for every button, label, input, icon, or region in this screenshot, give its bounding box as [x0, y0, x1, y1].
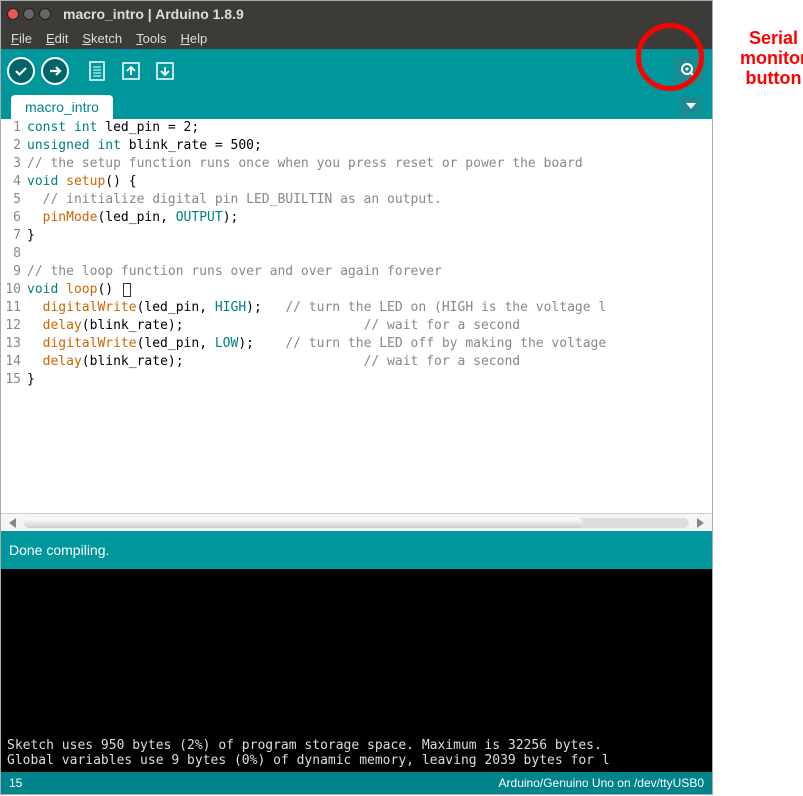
code-line[interactable]: 11 digitalWrite(led_pin, HIGH); // turn …	[1, 299, 712, 317]
code-line[interactable]: 8	[1, 245, 712, 263]
line-number-gutter: 5	[1, 191, 25, 209]
menu-tools[interactable]: Tools	[130, 29, 172, 48]
code-line[interactable]: 7}	[1, 227, 712, 245]
code-line[interactable]: 15}	[1, 371, 712, 389]
code-text[interactable]: // initialize digital pin LED_BUILTIN as…	[25, 191, 442, 209]
code-text[interactable]: // the loop function runs over and over …	[25, 263, 442, 281]
console-output[interactable]: Sketch uses 950 bytes (2%) of program st…	[1, 569, 712, 772]
code-text[interactable]: void loop()	[25, 281, 131, 299]
line-number-gutter: 6	[1, 209, 25, 227]
footer-status: 15 Arduino/Genuino Uno on /dev/ttyUSB0	[1, 772, 712, 794]
horizontal-scrollbar[interactable]	[1, 513, 712, 531]
window-titlebar[interactable]: macro_intro | Arduino 1.8.9	[1, 1, 712, 27]
menu-edit[interactable]: Edit	[40, 29, 74, 48]
code-text[interactable]: const int led_pin = 2;	[25, 119, 199, 137]
scroll-thumb[interactable]	[24, 518, 583, 528]
tab-menu-button[interactable]	[680, 96, 702, 116]
verify-button[interactable]	[7, 57, 35, 85]
tab-bar: macro_intro	[1, 93, 712, 119]
scroll-left-arrow-icon[interactable]	[9, 518, 16, 528]
line-number-gutter: 1	[1, 119, 25, 137]
new-button[interactable]	[83, 57, 111, 85]
code-text[interactable]: }	[25, 227, 35, 245]
line-number-gutter: 2	[1, 137, 25, 155]
code-line[interactable]: 14 delay(blink_rate); // wait for a seco…	[1, 353, 712, 371]
code-line[interactable]: 4void setup() {	[1, 173, 712, 191]
annotation-label: Serialmonitorbutton	[740, 28, 803, 88]
maximize-button[interactable]	[39, 8, 51, 20]
code-text[interactable]: digitalWrite(led_pin, LOW); // turn the …	[25, 335, 606, 353]
line-number-gutter: 15	[1, 371, 25, 389]
annotation-circle	[636, 23, 704, 91]
board-info: Arduino/Genuino Uno on /dev/ttyUSB0	[499, 776, 704, 790]
code-editor[interactable]: 1const int led_pin = 2;2unsigned int bli…	[1, 119, 712, 513]
code-text[interactable]: delay(blink_rate); // wait for a second	[25, 317, 520, 335]
line-number: 15	[9, 776, 22, 790]
menu-sketch[interactable]: Sketch	[76, 29, 128, 48]
code-line[interactable]: 3// the setup function runs once when yo…	[1, 155, 712, 173]
code-line[interactable]: 12 delay(blink_rate); // wait for a seco…	[1, 317, 712, 335]
line-number-gutter: 4	[1, 173, 25, 191]
code-line[interactable]: 9// the loop function runs over and over…	[1, 263, 712, 281]
code-text[interactable]: }	[25, 371, 35, 389]
code-line[interactable]: 2unsigned int blink_rate = 500;	[1, 137, 712, 155]
line-number-gutter: 7	[1, 227, 25, 245]
scroll-track[interactable]	[24, 518, 689, 528]
line-number-gutter: 10	[1, 281, 25, 299]
code-text[interactable]: unsigned int blink_rate = 500;	[25, 137, 262, 155]
window-title: macro_intro | Arduino 1.8.9	[63, 6, 244, 22]
code-text[interactable]: digitalWrite(led_pin, HIGH); // turn the…	[25, 299, 606, 317]
save-button[interactable]	[151, 57, 179, 85]
line-number-gutter: 3	[1, 155, 25, 173]
code-line[interactable]: 1const int led_pin = 2;	[1, 119, 712, 137]
line-number-gutter: 13	[1, 335, 25, 353]
arduino-window: macro_intro | Arduino 1.8.9 File Edit Sk…	[0, 0, 713, 795]
line-number-gutter: 8	[1, 245, 25, 263]
open-button[interactable]	[117, 57, 145, 85]
code-line[interactable]: 10void loop()	[1, 281, 712, 299]
minimize-button[interactable]	[23, 8, 35, 20]
console-line: Global variables use 9 bytes (0%) of dyn…	[7, 753, 706, 768]
code-text[interactable]: // the setup function runs once when you…	[25, 155, 583, 173]
code-text[interactable]: delay(blink_rate); // wait for a second	[25, 353, 520, 371]
code-text[interactable]: void setup() {	[25, 173, 137, 191]
menubar: File Edit Sketch Tools Help	[1, 27, 712, 49]
code-text[interactable]: pinMode(led_pin, OUTPUT);	[25, 209, 238, 227]
upload-button[interactable]	[41, 57, 69, 85]
line-number-gutter: 12	[1, 317, 25, 335]
tab-sketch[interactable]: macro_intro	[11, 95, 113, 119]
code-line[interactable]: 13 digitalWrite(led_pin, LOW); // turn t…	[1, 335, 712, 353]
scroll-right-arrow-icon[interactable]	[697, 518, 704, 528]
window-buttons	[7, 8, 51, 20]
menu-help[interactable]: Help	[174, 29, 213, 48]
close-button[interactable]	[7, 8, 19, 20]
line-number-gutter: 11	[1, 299, 25, 317]
toolbar	[1, 49, 712, 93]
code-line[interactable]: 5 // initialize digital pin LED_BUILTIN …	[1, 191, 712, 209]
line-number-gutter: 9	[1, 263, 25, 281]
code-line[interactable]: 6 pinMode(led_pin, OUTPUT);	[1, 209, 712, 227]
menu-file[interactable]: File	[5, 29, 38, 48]
compile-status: Done compiling.	[1, 531, 712, 569]
console-line: Sketch uses 950 bytes (2%) of program st…	[7, 738, 706, 753]
line-number-gutter: 14	[1, 353, 25, 371]
code-text[interactable]	[25, 245, 27, 263]
